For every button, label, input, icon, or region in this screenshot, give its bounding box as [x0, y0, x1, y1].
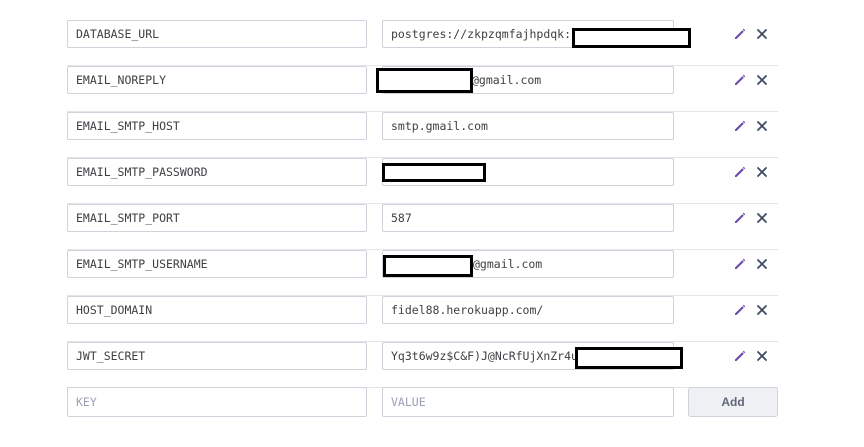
config-var-row: DATABASE_URL postgres://zkpzqmfajhpdqk: [0, 20, 864, 66]
close-icon[interactable] [755, 303, 769, 317]
config-var-row: JWT_SECRET Yq3t6w9z$C&F)J@NcRfUjXnZr4u [0, 342, 864, 388]
redaction-box [376, 68, 473, 93]
pencil-icon[interactable] [733, 165, 747, 179]
close-icon[interactable] [755, 119, 769, 133]
config-var-row: EMAIL_SMTP_PASSWORD [0, 158, 864, 204]
config-var-key[interactable]: HOST_DOMAIN [67, 296, 367, 324]
config-var-value[interactable]: smtp.gmail.com [382, 112, 674, 140]
pencil-icon[interactable] [733, 349, 747, 363]
new-value-input[interactable] [382, 387, 674, 417]
close-icon[interactable] [755, 349, 769, 363]
config-var-key[interactable]: EMAIL_SMTP_PORT [67, 204, 367, 232]
close-icon[interactable] [755, 73, 769, 87]
new-config-var-row: Add [0, 387, 864, 433]
add-button[interactable]: Add [688, 387, 778, 417]
pencil-icon[interactable] [733, 73, 747, 87]
config-var-row: EMAIL_NOREPLY @gmail.com [0, 66, 864, 112]
config-var-key[interactable]: DATABASE_URL [67, 20, 367, 48]
redaction-box [382, 163, 486, 182]
pencil-icon[interactable] [733, 303, 747, 317]
config-var-value[interactable]: fidel88.herokuapp.com/ [382, 296, 674, 324]
config-var-key[interactable]: EMAIL_SMTP_HOST [67, 112, 367, 140]
config-var-row: EMAIL_SMTP_PORT 587 [0, 204, 864, 250]
pencil-icon[interactable] [733, 211, 747, 225]
config-var-row: EMAIL_SMTP_HOST smtp.gmail.com [0, 112, 864, 158]
config-var-row: EMAIL_SMTP_USERNAME @gmail.com [0, 250, 864, 296]
pencil-icon[interactable] [733, 257, 747, 271]
config-var-key[interactable]: JWT_SECRET [67, 342, 367, 370]
config-var-row: HOST_DOMAIN fidel88.herokuapp.com/ [0, 296, 864, 342]
redaction-box [575, 347, 683, 369]
config-var-key[interactable]: EMAIL_SMTP_PASSWORD [67, 158, 367, 186]
close-icon[interactable] [755, 165, 769, 179]
config-var-value[interactable]: 587 [382, 204, 674, 232]
new-key-input[interactable] [67, 387, 367, 417]
close-icon[interactable] [755, 257, 769, 271]
close-icon[interactable] [755, 211, 769, 225]
pencil-icon[interactable] [733, 119, 747, 133]
close-icon[interactable] [755, 27, 769, 41]
config-var-key[interactable]: EMAIL_NOREPLY [67, 66, 367, 94]
redaction-box [572, 28, 691, 48]
pencil-icon[interactable] [733, 27, 747, 41]
config-var-key[interactable]: EMAIL_SMTP_USERNAME [67, 250, 367, 278]
redaction-box [383, 255, 473, 277]
